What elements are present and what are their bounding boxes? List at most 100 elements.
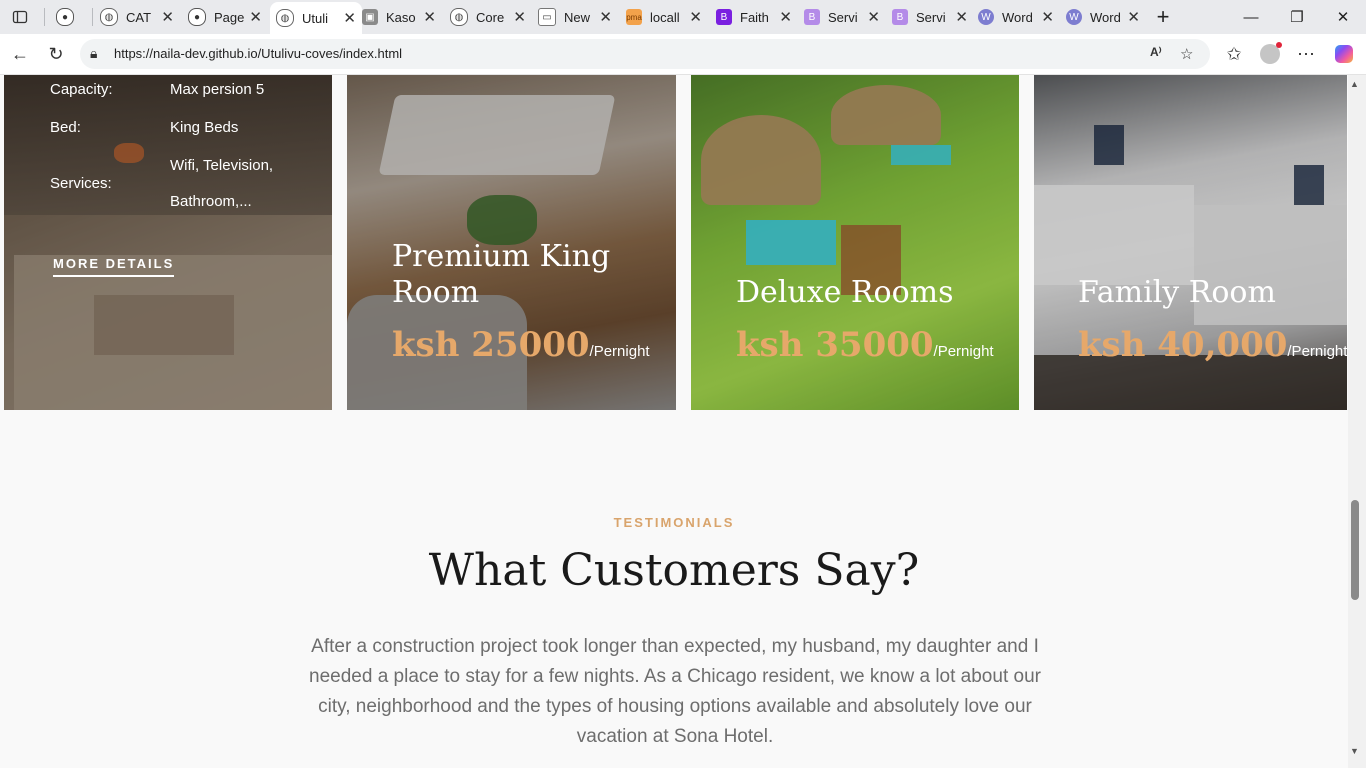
globe-icon: ◍ bbox=[276, 9, 294, 27]
close-tab-icon[interactable]: ✕ bbox=[779, 8, 792, 26]
tab-new[interactable]: ▭ New ✕ bbox=[538, 4, 618, 30]
close-tab-icon[interactable]: ✕ bbox=[599, 8, 612, 26]
services-label: Services: bbox=[50, 175, 112, 192]
tab-label: Faith bbox=[740, 9, 769, 25]
tab-localhost[interactable]: pma locall ✕ bbox=[626, 4, 708, 30]
back-arrow-icon[interactable]: ← bbox=[6, 40, 34, 68]
per-night-label: /Pernight bbox=[1287, 343, 1347, 360]
tab-kaso[interactable]: ▣ Kaso ✕ bbox=[362, 4, 442, 30]
close-tab-icon[interactable]: ✕ bbox=[1041, 8, 1054, 26]
tab-label: locall bbox=[650, 9, 680, 25]
room-card-deluxe[interactable]: Deluxe Rooms ksh 35000/Pernight bbox=[691, 75, 1019, 410]
tab-utulivu-active[interactable]: ◍ Utuli ✕ bbox=[270, 2, 362, 34]
vertical-scrollbar[interactable] bbox=[1348, 75, 1366, 768]
tab-label: Core bbox=[476, 9, 505, 25]
close-tab-icon[interactable]: ✕ bbox=[423, 8, 436, 26]
close-tab-icon[interactable]: ✕ bbox=[955, 8, 968, 26]
github-icon: ● bbox=[56, 8, 74, 26]
services-value-line2: Bathroom,... bbox=[170, 193, 252, 210]
tab-label: New bbox=[564, 9, 591, 25]
tab-core[interactable]: ◍ Core ✕ bbox=[450, 4, 532, 30]
close-tab-icon[interactable]: ✕ bbox=[867, 8, 880, 26]
room-price-amount: ksh 35000 bbox=[736, 325, 934, 365]
favorites-icon[interactable]: ✩ bbox=[1220, 40, 1248, 68]
tab-label: Servi bbox=[828, 9, 858, 25]
bootstrap-icon: B bbox=[892, 9, 908, 25]
github-icon: ● bbox=[188, 8, 206, 26]
tab-wordpress-1[interactable]: W Word ✕ bbox=[978, 4, 1060, 30]
bootstrap-icon: B bbox=[804, 9, 820, 25]
close-tab-icon[interactable]: ✕ bbox=[249, 8, 262, 26]
tab-separator bbox=[44, 8, 45, 26]
testimonials-heading: What Customers Say? bbox=[428, 545, 920, 596]
navigation-bar: ← ↻ 🔒︎ https://naila-dev.github.io/Utuli… bbox=[0, 34, 1366, 75]
tab-label: Servi bbox=[916, 9, 946, 25]
close-tab-icon[interactable]: ✕ bbox=[689, 8, 702, 26]
address-bar[interactable]: 🔒︎ https://naila-dev.github.io/Utulivu-c… bbox=[80, 39, 1210, 69]
globe-icon: ◍ bbox=[100, 8, 118, 26]
testimonials-eyebrow: TESTIMONIALS bbox=[613, 515, 735, 530]
tab-label: CAT bbox=[126, 9, 152, 25]
room-price: ksh 25000/Pernight bbox=[392, 325, 650, 365]
close-tab-icon[interactable]: ✕ bbox=[513, 8, 526, 26]
bootstrap-icon: B bbox=[716, 9, 732, 25]
bed-value: King Beds bbox=[170, 119, 239, 136]
room-title: Deluxe Rooms bbox=[736, 275, 954, 310]
room-price: ksh 35000/Pernight bbox=[736, 325, 994, 365]
tab-cat[interactable]: ◍ CAT ✕ bbox=[100, 4, 180, 30]
minimize-icon[interactable]: — bbox=[1228, 0, 1274, 34]
capacity-label: Capacity: bbox=[50, 81, 113, 98]
services-value-line1: Wifi, Television, bbox=[170, 157, 274, 174]
room-title-line1: Premium King bbox=[392, 239, 611, 274]
capacity-value: Max persion 5 bbox=[170, 81, 265, 98]
scroll-up-arrow-icon[interactable]: ▲ bbox=[1350, 79, 1359, 89]
copilot-icon[interactable] bbox=[1330, 40, 1358, 68]
per-night-label: /Pernight bbox=[933, 343, 994, 360]
close-tab-icon[interactable]: ✕ bbox=[343, 9, 356, 27]
room-price-amount: ksh 25000 bbox=[392, 325, 590, 365]
room-price-amount: ksh 40,000 bbox=[1078, 325, 1288, 365]
more-options-icon[interactable]: ⋯ bbox=[1292, 40, 1320, 68]
newtab-icon: ▭ bbox=[538, 8, 556, 26]
tab-services-1[interactable]: B Servi ✕ bbox=[804, 4, 886, 30]
globe-icon: ◍ bbox=[450, 8, 468, 26]
refresh-icon[interactable]: ↻ bbox=[42, 40, 70, 68]
tab-github[interactable]: ● bbox=[56, 4, 88, 30]
tab-services-2[interactable]: B Servi ✕ bbox=[892, 4, 974, 30]
tab-wordpress-2[interactable]: W Word ✕ bbox=[1066, 4, 1146, 30]
room-title-line2: Room bbox=[392, 275, 480, 310]
page-content: Capacity: Max persion 5 Bed: King Beds S… bbox=[0, 75, 1348, 768]
close-window-icon[interactable]: ✕ bbox=[1320, 0, 1366, 34]
profile-avatar-icon[interactable] bbox=[1256, 40, 1284, 68]
favorite-star-icon[interactable]: ☆ bbox=[1180, 45, 1193, 63]
new-tab-plus-icon[interactable]: + bbox=[1140, 0, 1186, 34]
scrollbar-thumb[interactable] bbox=[1351, 500, 1359, 600]
tab-label: Kaso bbox=[386, 9, 416, 25]
tab-strip: ● ◍ CAT ✕ ● Page ✕ ◍ Utuli ✕ ▣ Kaso ✕ ◍ … bbox=[0, 0, 1366, 34]
tab-label: Utuli bbox=[302, 10, 329, 26]
read-aloud-icon[interactable]: A⁾ bbox=[1150, 45, 1162, 59]
tab-separator bbox=[92, 8, 93, 26]
room-title: Family Room bbox=[1078, 275, 1276, 310]
url-text[interactable]: https://naila-dev.github.io/Utulivu-cove… bbox=[114, 46, 402, 61]
wordpress-icon: W bbox=[1066, 9, 1082, 25]
more-details-link[interactable]: MORE DETAILS bbox=[53, 256, 175, 277]
close-tab-icon[interactable]: ✕ bbox=[1127, 8, 1140, 26]
phpmyadmin-icon: pma bbox=[626, 9, 642, 25]
tab-faith[interactable]: B Faith ✕ bbox=[716, 4, 798, 30]
room-card-premium-king[interactable]: Premium King Room ksh 25000/Pernight bbox=[347, 75, 676, 410]
wordpress-icon: W bbox=[978, 9, 994, 25]
lock-icon[interactable]: 🔒︎ bbox=[90, 45, 97, 62]
room-card-details[interactable]: Capacity: Max persion 5 Bed: King Beds S… bbox=[4, 75, 332, 410]
tab-label: Word bbox=[1002, 9, 1032, 25]
image-icon: ▣ bbox=[362, 9, 378, 25]
tab-actions-icon[interactable] bbox=[0, 0, 40, 34]
tab-label: Word bbox=[1090, 9, 1120, 25]
tab-label: Page bbox=[214, 9, 244, 25]
per-night-label: /Pernight bbox=[589, 343, 650, 360]
tab-page[interactable]: ● Page ✕ bbox=[188, 4, 268, 30]
scroll-down-arrow-icon[interactable]: ▼ bbox=[1350, 746, 1359, 756]
room-card-family[interactable]: Family Room ksh 40,000/Pernight bbox=[1034, 75, 1347, 410]
restore-icon[interactable]: ❐ bbox=[1274, 0, 1320, 34]
close-tab-icon[interactable]: ✕ bbox=[161, 8, 174, 26]
